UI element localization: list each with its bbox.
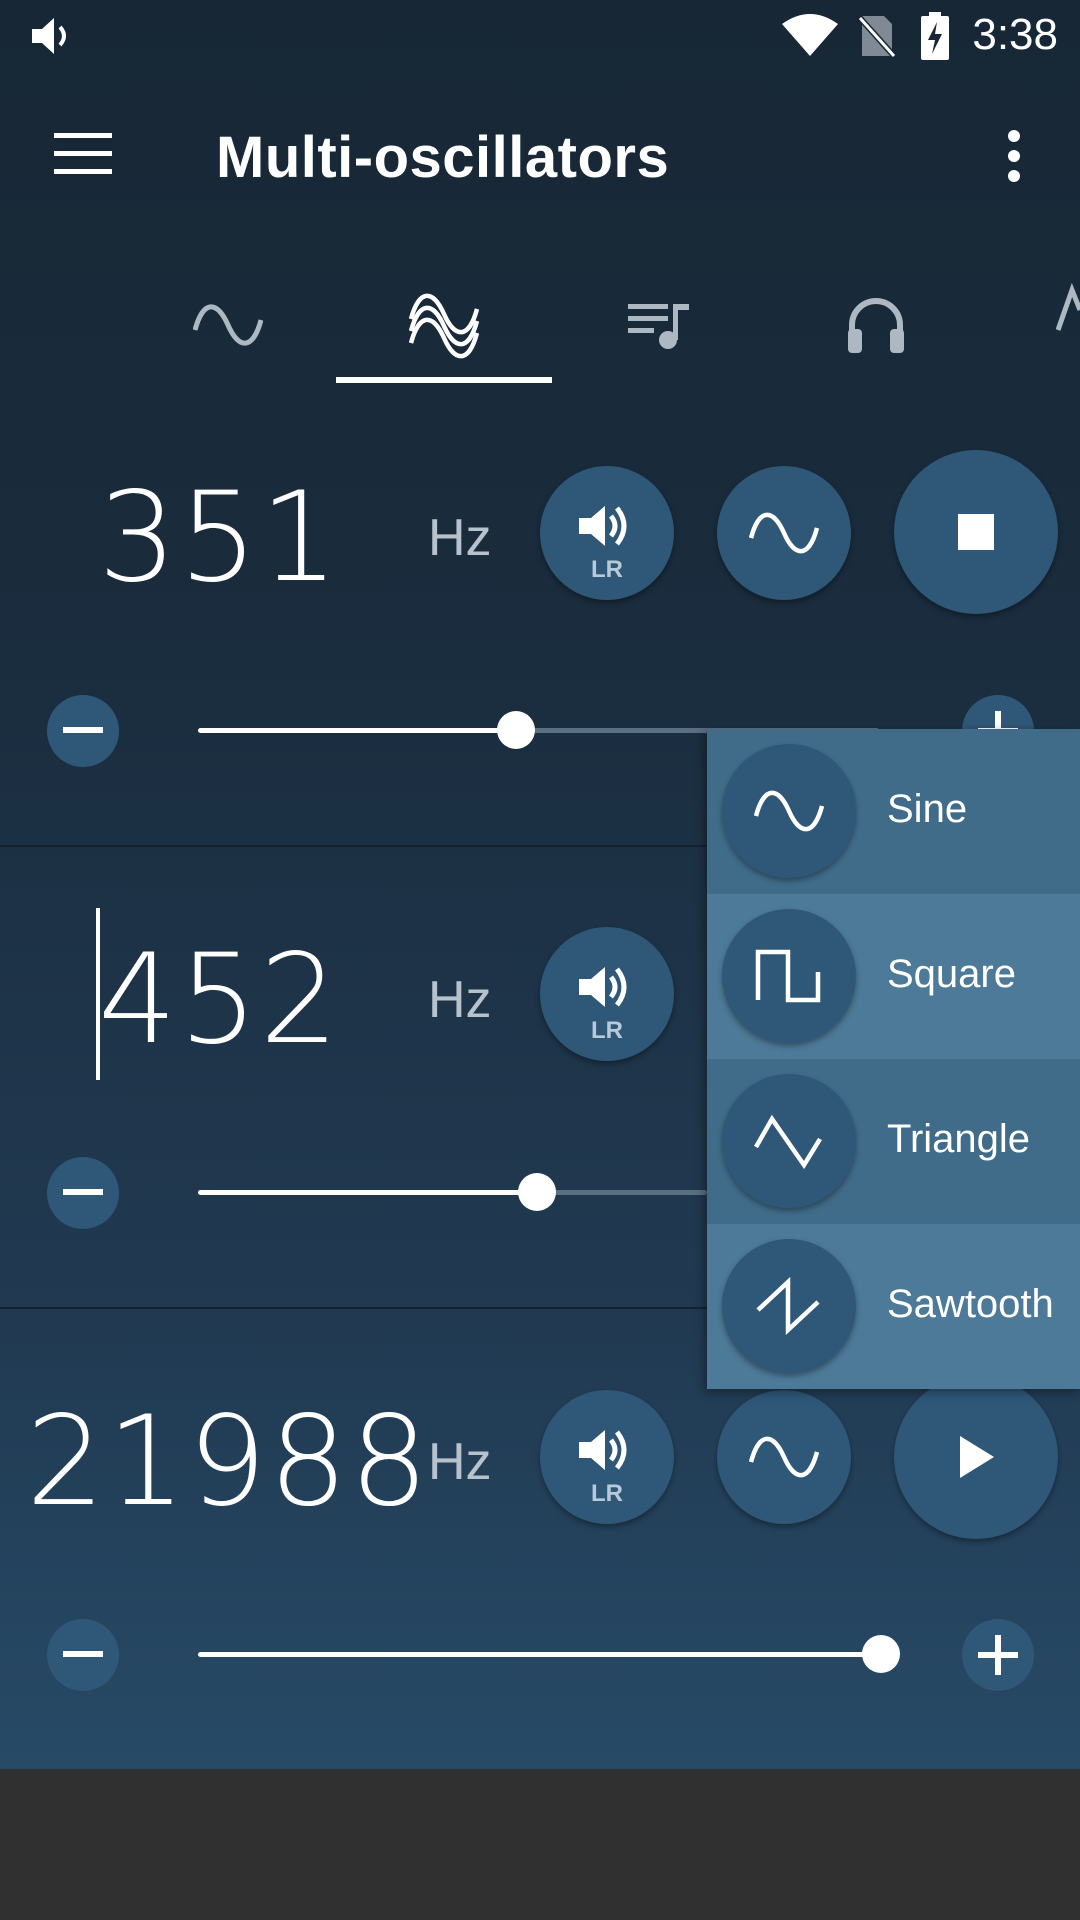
tab-single-oscillator[interactable] [168, 270, 288, 380]
triangle-wave-icon [754, 1114, 822, 1169]
waveform-button[interactable] [717, 1390, 851, 1524]
menu-item-square[interactable]: Square [707, 894, 1080, 1059]
frequency-unit: Hz [428, 509, 492, 567]
waveform-menu: Sine Square Triangle Sawtooth [707, 729, 1080, 1389]
menu-item-label: Sawtooth [887, 1282, 1054, 1326]
menu-item-label: Sine [887, 787, 968, 831]
sine-wave-icon [749, 512, 819, 554]
headphones-icon [848, 298, 904, 353]
channel-button[interactable]: LR [540, 1390, 674, 1524]
waveform-button[interactable] [717, 466, 851, 600]
decrease-button[interactable] [47, 1619, 119, 1691]
tab-headphones[interactable] [816, 270, 936, 380]
sine-wave-icon [193, 304, 263, 346]
app-root: 3:38 Multi-oscillators 351 Hz LR 452 Hz … [0, 0, 1080, 1769]
square-wave-icon [755, 949, 821, 1003]
sine-wave-icon [754, 790, 824, 832]
frequency-value[interactable]: 351 [98, 466, 341, 610]
slider-thumb[interactable] [518, 1173, 556, 1211]
increase-button[interactable] [962, 1619, 1034, 1691]
menu-icon-circle [722, 1239, 856, 1373]
stop-icon [958, 514, 994, 550]
menu-item-sine[interactable]: Sine [707, 729, 1080, 894]
channel-button[interactable]: LR [540, 466, 674, 600]
sine-wave-icon [749, 1436, 819, 1478]
menu-icon[interactable] [54, 133, 112, 175]
minus-icon [63, 1189, 103, 1195]
menu-item-label: Triangle [887, 1117, 1031, 1161]
speaker-icon [579, 506, 627, 546]
tab-bar [0, 250, 1080, 390]
wave-partial-icon[interactable] [1056, 280, 1080, 340]
volume-status-icon [32, 18, 66, 54]
play-button[interactable] [894, 1375, 1058, 1539]
frequency-unit: Hz [428, 1433, 492, 1491]
status-time: 3:38 [972, 10, 1058, 59]
minus-icon [63, 727, 103, 733]
status-bar: 3:38 [0, 0, 1080, 72]
menu-icon-circle [722, 744, 856, 878]
tab-indicator [336, 377, 552, 383]
frequency-value[interactable]: 452 [98, 928, 341, 1072]
frequency-unit: Hz [428, 971, 492, 1029]
speaker-icon [579, 1430, 627, 1470]
multi-wave-icon [409, 293, 479, 359]
frequency-value[interactable]: 21988 [26, 1390, 430, 1534]
menu-item-label: Square [887, 952, 1016, 996]
sawtooth-wave-icon [756, 1276, 820, 1336]
play-icon [960, 1436, 994, 1478]
overflow-menu-icon[interactable] [1002, 130, 1026, 182]
menu-item-triangle[interactable]: Triangle [707, 1059, 1080, 1224]
menu-item-sawtooth[interactable]: Sawtooth [707, 1224, 1080, 1389]
wifi-icon [782, 14, 838, 56]
menu-icon-circle [722, 909, 856, 1043]
navigation-bar-area [0, 1769, 1080, 1920]
channel-label: LR [591, 1017, 623, 1044]
channel-label: LR [591, 1480, 623, 1507]
channel-button[interactable]: LR [540, 927, 674, 1061]
decrease-button[interactable] [47, 695, 119, 767]
decrease-button[interactable] [47, 1157, 119, 1229]
tab-multi-oscillators[interactable] [384, 270, 504, 380]
battery-charging-icon [921, 12, 949, 60]
menu-icon-circle [722, 1074, 856, 1208]
plus-icon [978, 1635, 1018, 1675]
minus-icon [63, 1651, 103, 1657]
stop-button[interactable] [894, 450, 1058, 614]
channel-label: LR [591, 556, 623, 583]
slider-thumb[interactable] [497, 711, 535, 749]
tab-playlist[interactable] [600, 270, 720, 380]
no-sim-icon [858, 15, 896, 59]
speaker-icon [579, 967, 627, 1007]
page-title: Multi-oscillators [216, 125, 670, 190]
slider-thumb[interactable] [862, 1635, 900, 1673]
playlist-icon [628, 304, 689, 349]
